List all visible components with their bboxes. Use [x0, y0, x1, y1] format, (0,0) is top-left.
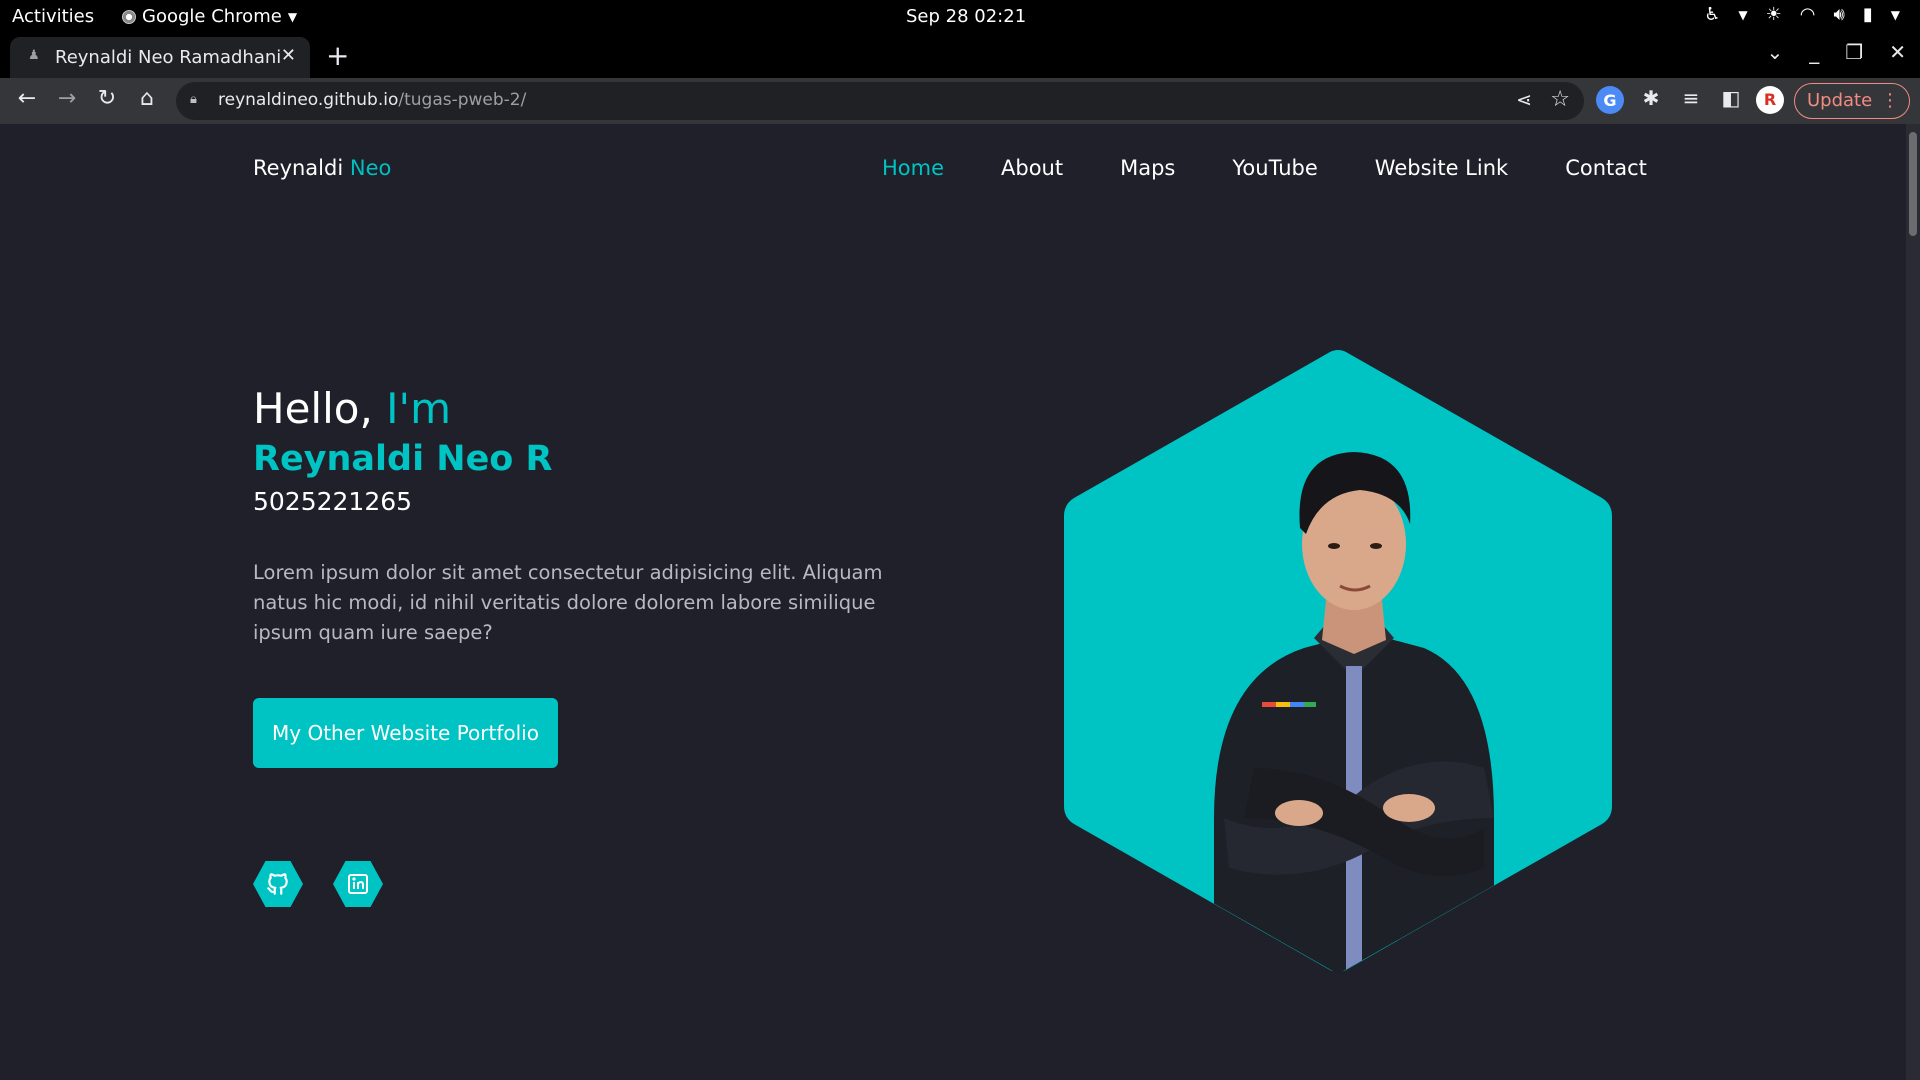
close-window-icon[interactable]: ✕: [1889, 40, 1906, 64]
hero-description: Lorem ipsum dolor sit amet consectetur a…: [253, 561, 883, 644]
github-link[interactable]: [253, 861, 303, 907]
chrome-icon: [122, 9, 136, 24]
close-tab-icon[interactable]: ✕: [281, 45, 296, 66]
home-icon[interactable]: ⌂: [132, 86, 162, 111]
page-scrollbar[interactable]: [1906, 124, 1920, 1080]
brand-first: Reynaldi: [253, 156, 344, 180]
extensions-icon[interactable]: ✱: [1636, 86, 1666, 116]
window-controls: ⌄ _ ❐ ✕: [1767, 40, 1906, 64]
tab-search-icon[interactable]: ⌄: [1767, 40, 1784, 64]
activities-button[interactable]: Activities: [12, 6, 94, 27]
system-top-bar: Activities Google Chrome ▼ Sep 28 02:21 …: [0, 0, 1920, 34]
chevron-down-icon[interactable]: ▼: [1738, 8, 1747, 22]
nav-home[interactable]: Home: [882, 156, 944, 180]
side-panel-icon[interactable]: ◧: [1716, 86, 1746, 116]
greeting-accent: I'm: [386, 384, 452, 433]
browser-tab[interactable]: ♟ Reynaldi Neo Ramadhani ✕: [10, 37, 310, 78]
system-tray[interactable]: ♿ ▼ ☀ ◠ 🔊︎ ▮ ▼: [1704, 4, 1900, 25]
update-label: Update: [1807, 90, 1873, 111]
portfolio-button[interactable]: My Other Website Portfolio: [253, 698, 558, 768]
student-id: 5025221265: [253, 487, 413, 516]
site-navbar: Reynaldi Neo Home About Maps YouTube Web…: [0, 124, 1906, 214]
lock-icon[interactable]: 🔒︎: [190, 92, 197, 107]
app-menu[interactable]: Google Chrome ▼: [122, 6, 297, 27]
page-viewport: Reynaldi Neo Home About Maps YouTube Web…: [0, 124, 1906, 1080]
site-logo[interactable]: Reynaldi Neo: [253, 156, 391, 180]
media-queue-icon[interactable]: ≡: [1676, 86, 1706, 116]
hero-name: Reynaldi Neo R: [253, 439, 553, 479]
share-icon[interactable]: ⋖: [1516, 89, 1532, 111]
github-icon: [267, 873, 288, 895]
new-tab-icon[interactable]: +: [326, 39, 349, 72]
nav-website-link[interactable]: Website Link: [1375, 156, 1508, 180]
profile-photo: [1064, 350, 1612, 974]
url-path: /tugas-pweb-2/: [398, 90, 527, 110]
wifi-icon[interactable]: ◠: [1800, 4, 1816, 25]
browser-toolbar: ← → ↻ ⌂ 🔒︎ reynaldineo.github.io/tugas-p…: [0, 78, 1920, 124]
linkedin-icon: [348, 874, 368, 894]
app-name: Google Chrome: [142, 6, 282, 27]
chevron-down-icon: ▼: [287, 9, 298, 24]
back-icon[interactable]: ←: [12, 86, 42, 111]
update-button[interactable]: Update ⋮: [1794, 83, 1910, 119]
google-translate-icon[interactable]: G: [1596, 86, 1624, 114]
minimize-icon[interactable]: _: [1809, 40, 1819, 64]
nav-youtube[interactable]: YouTube: [1232, 156, 1317, 180]
tab-title: Reynaldi Neo Ramadhani: [55, 47, 282, 68]
battery-icon[interactable]: ▮: [1863, 4, 1873, 25]
nav-maps[interactable]: Maps: [1120, 156, 1175, 180]
forward-icon[interactable]: →: [52, 86, 82, 111]
hero-text: Hello, I'm Reynaldi Neo R 5025221265 Lor…: [253, 384, 893, 648]
hero-greeting: Hello, I'm: [253, 384, 893, 433]
bookmark-star-icon[interactable]: ☆: [1550, 87, 1570, 112]
brand-accent: Neo: [349, 156, 392, 180]
linkedin-link[interactable]: [333, 861, 383, 907]
nav-about[interactable]: About: [1001, 156, 1063, 180]
nav-menu: Home About Maps YouTube Website Link Con…: [882, 156, 1647, 180]
accessibility-icon[interactable]: ♿: [1704, 4, 1720, 25]
restore-icon[interactable]: ❐: [1845, 40, 1863, 64]
nav-contact[interactable]: Contact: [1565, 156, 1647, 180]
url-text[interactable]: reynaldineo.github.io/tugas-pweb-2/: [218, 90, 526, 110]
volume-icon[interactable]: 🔊︎: [1834, 4, 1845, 25]
reload-icon[interactable]: ↻: [92, 86, 122, 111]
address-bar[interactable]: 🔒︎ reynaldineo.github.io/tugas-pweb-2/ ⋖…: [176, 82, 1584, 120]
tab-strip: ♟ Reynaldi Neo Ramadhani ✕ + ⌄ _ ❐ ✕: [0, 34, 1920, 78]
menu-dots-icon[interactable]: ⋮: [1881, 84, 1899, 117]
favicon-icon: ♟: [28, 48, 40, 63]
url-host: reynaldineo.github.io: [218, 90, 399, 110]
chevron-down-icon[interactable]: ▼: [1891, 8, 1900, 22]
greeting-text: Hello,: [253, 384, 373, 433]
profile-avatar[interactable]: R: [1756, 86, 1784, 114]
clock[interactable]: Sep 28 02:21: [906, 6, 1026, 27]
scrollbar-thumb[interactable]: [1909, 132, 1917, 236]
brightness-icon[interactable]: ☀: [1766, 4, 1782, 25]
